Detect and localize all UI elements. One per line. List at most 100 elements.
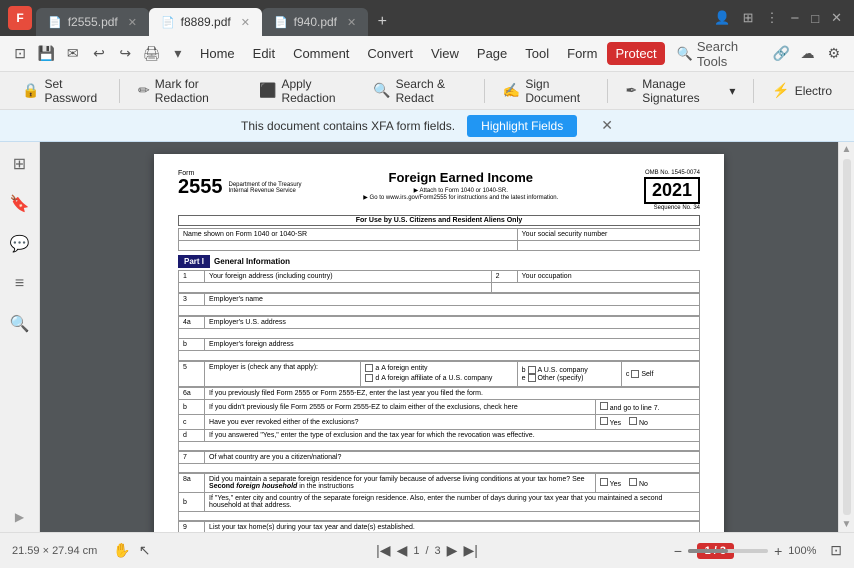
electro-button[interactable]: ⚡ Electro	[762, 77, 842, 104]
zoom-in-button[interactable]: +	[774, 543, 782, 559]
set-password-button[interactable]: 🔒 Set Password	[12, 72, 111, 110]
row6c-text: Have you ever revoked either of the excl…	[205, 415, 596, 430]
highlight-fields-button[interactable]: Highlight Fields	[467, 115, 577, 137]
sidebar-bookmark-icon[interactable]: 🔖	[6, 190, 34, 218]
next-page-button[interactable]: ▶	[447, 542, 458, 559]
zoom-slider[interactable]	[688, 549, 768, 553]
email-icon[interactable]: ✉	[61, 40, 85, 68]
row6c-no-checkbox[interactable]	[629, 417, 637, 425]
scroll-down-button[interactable]: ▼	[840, 517, 854, 532]
zoom-level-label: 100%	[788, 545, 824, 557]
apply-redaction-button[interactable]: ⬛ Apply Redaction	[249, 72, 359, 110]
menu-view[interactable]: View	[423, 42, 467, 65]
row1-2-table: 1 Your foreign address (including countr…	[178, 270, 700, 293]
mark-redaction-button[interactable]: ✏ Mark for Redaction	[128, 72, 245, 110]
row5d-text: A foreign affiliate of a U.S. company	[381, 375, 492, 382]
save-icon[interactable]: 💾	[34, 40, 58, 68]
pdf-viewer: Form 2555 Department of the Treasury Int…	[40, 142, 838, 532]
sidebar-layers-icon[interactable]: ≡	[6, 270, 34, 298]
zoom-out-button[interactable]: −	[674, 543, 682, 559]
more-icon[interactable]: ⋮	[761, 10, 782, 26]
sidebar-thumbnails-icon[interactable]: ⊞	[6, 150, 34, 178]
print-icon[interactable]: 🖨	[139, 40, 163, 68]
electro-icon: ⚡	[772, 82, 789, 99]
tab-f2555-label: f2555.pdf	[68, 15, 118, 29]
search-redact-button[interactable]: 🔍 Search & Redact	[363, 72, 476, 110]
minimize-button[interactable]: −	[786, 10, 803, 27]
form-subtitle-1: ▶ Attach to Form 1040 or 1040-SR.	[310, 187, 612, 194]
prev-page-button[interactable]: ◀	[397, 542, 408, 559]
row5e-cell: e Other (specify)	[522, 374, 584, 382]
row5a-checkbox[interactable]	[365, 364, 373, 372]
xfa-close-button[interactable]: ✕	[601, 117, 613, 134]
tab-f2555-close[interactable]: ✕	[128, 16, 137, 29]
first-page-button[interactable]: |◀	[376, 542, 390, 559]
home-icon[interactable]: ⊡	[8, 40, 32, 68]
row5d-checkbox[interactable]	[365, 374, 373, 382]
add-tab-button[interactable]: +	[368, 8, 396, 36]
row6-table: 6a If you previously filed Form 2555 or …	[178, 387, 700, 451]
scroll-up-button[interactable]: ▲	[840, 142, 854, 157]
cloud-icon[interactable]: ☁	[795, 40, 819, 68]
department-info: Department of the Treasury Internal Reve…	[229, 182, 302, 194]
tab-f940-close[interactable]: ✕	[347, 16, 356, 29]
row5a-text: A foreign entity	[381, 365, 427, 372]
menu-home[interactable]: Home	[192, 42, 243, 65]
row5e-checkbox[interactable]	[528, 374, 536, 382]
row8a-yes-checkbox[interactable]	[600, 478, 608, 486]
menu-convert[interactable]: Convert	[359, 42, 421, 65]
redo-icon[interactable]: ↪	[113, 40, 137, 68]
close-button[interactable]: ✕	[827, 10, 846, 26]
search-redact-label: Search & Redact	[396, 77, 466, 105]
fit-page-button[interactable]: ⊡	[830, 542, 842, 559]
row8a-num: 8a	[179, 474, 205, 493]
row6b-checkbox[interactable]	[600, 402, 608, 410]
grid-icon[interactable]: ⊞	[739, 10, 758, 26]
hand-tool-icon[interactable]: ✋	[113, 542, 130, 559]
manage-signatures-button[interactable]: ✒ Manage Signatures ▾	[616, 72, 746, 110]
sign-document-button[interactable]: ✍ Sign Document	[493, 72, 599, 110]
tab-f8889[interactable]: 📄 f8889.pdf ✕	[149, 8, 262, 36]
menu-comment[interactable]: Comment	[285, 42, 357, 65]
settings-icon[interactable]: ⚙	[822, 40, 846, 68]
form-header-left: Form 2555 Department of the Treasury Int…	[178, 170, 302, 197]
share-icon[interactable]: 🔗	[769, 40, 793, 68]
right-scrollbar[interactable]: ▲ ▼	[838, 142, 854, 532]
last-page-button[interactable]: ▶|	[463, 542, 477, 559]
row8a-no-checkbox[interactable]	[629, 478, 637, 486]
row1-field	[179, 283, 492, 293]
zoom-controls: − + 100% ⊡	[674, 542, 842, 559]
tab-f940[interactable]: 📄 f940.pdf ✕	[262, 8, 368, 36]
tab-f8889-close[interactable]: ✕	[241, 16, 250, 29]
form-number: 2555	[178, 177, 223, 197]
separator-1	[119, 79, 120, 103]
undo-icon[interactable]: ↩	[87, 40, 111, 68]
apply-icon: ⬛	[259, 82, 276, 99]
sidebar-search-icon[interactable]: 🔍	[6, 310, 34, 338]
page-total: 3	[435, 545, 441, 557]
scroll-thumb[interactable]	[843, 159, 851, 515]
maximize-button[interactable]: □	[807, 11, 823, 26]
menu-protect[interactable]: Protect	[607, 42, 664, 65]
row4b-num: b	[179, 339, 205, 351]
sidebar-collapse-arrow[interactable]: ▶	[15, 510, 24, 524]
row5b-checkbox[interactable]	[528, 366, 536, 374]
page-input[interactable]: 1	[413, 545, 419, 557]
menu-tool[interactable]: Tool	[517, 42, 557, 65]
cursor-tool-icon[interactable]: ↖	[139, 542, 151, 559]
menu-edit[interactable]: Edit	[245, 42, 283, 65]
row6a-num: 6a	[179, 388, 205, 400]
search-tools-button[interactable]: 🔍 Search Tools	[669, 35, 767, 73]
row6d-text: If you answered "Yes," enter the type of…	[205, 430, 700, 442]
row6c-yes-checkbox[interactable]	[600, 417, 608, 425]
menu-page[interactable]: Page	[469, 42, 515, 65]
sidebar-comment-icon[interactable]: 💬	[6, 230, 34, 258]
row5c-cell: c Self	[626, 370, 654, 378]
row2-field	[491, 283, 699, 293]
pdf-icon-3: 📄	[274, 16, 288, 29]
tab-f2555[interactable]: 📄 f2555.pdf ✕	[36, 8, 149, 36]
dropdown-icon[interactable]: ▾	[166, 40, 190, 68]
menu-form[interactable]: Form	[559, 42, 605, 65]
user-icon[interactable]: 👤	[710, 10, 734, 26]
row5c-checkbox[interactable]	[631, 370, 639, 378]
